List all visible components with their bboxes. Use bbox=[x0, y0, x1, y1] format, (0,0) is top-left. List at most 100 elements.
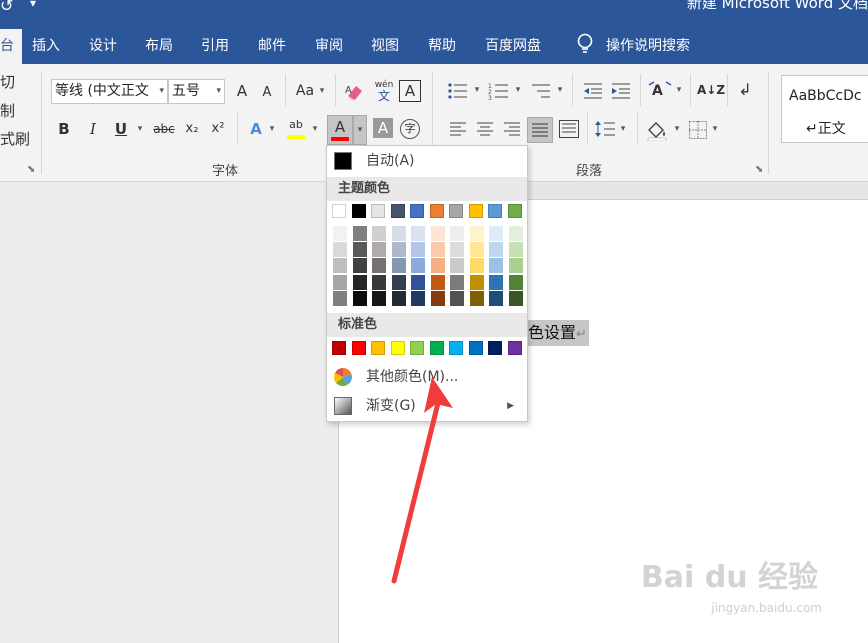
tab-baidu-netdisk[interactable]: 百度网盘 bbox=[485, 35, 541, 55]
superscript-button[interactable]: x² bbox=[208, 118, 228, 142]
cut-button[interactable]: 切 bbox=[0, 71, 15, 95]
distributed-icon[interactable] bbox=[559, 120, 579, 138]
text-effects-button[interactable]: A bbox=[246, 118, 266, 142]
theme-shade-swatch[interactable] bbox=[430, 274, 445, 290]
sort-button[interactable]: A↓Z bbox=[697, 79, 725, 103]
theme-shade-swatch[interactable] bbox=[430, 226, 445, 241]
theme-shade-swatch[interactable] bbox=[489, 226, 503, 241]
font-color-dropdown-icon[interactable]: ▾ bbox=[353, 115, 367, 145]
chevron-down-icon[interactable]: ▾ bbox=[159, 80, 164, 103]
line-spacing-icon[interactable] bbox=[595, 119, 615, 139]
standard-color-swatch[interactable] bbox=[410, 341, 424, 355]
theme-shade-swatch[interactable] bbox=[411, 290, 425, 306]
theme-shade-swatch[interactable] bbox=[352, 242, 367, 258]
tell-me-search[interactable]: 操作说明搜索 bbox=[606, 35, 690, 55]
align-left-icon[interactable] bbox=[450, 122, 466, 136]
theme-color-swatch[interactable] bbox=[371, 204, 385, 218]
theme-color-swatch[interactable] bbox=[468, 204, 483, 218]
theme-shade-swatch[interactable] bbox=[333, 242, 347, 258]
theme-shade-swatch[interactable] bbox=[411, 226, 425, 241]
theme-shade-swatch[interactable] bbox=[430, 290, 445, 306]
chevron-down-icon[interactable]: ▾ bbox=[618, 118, 628, 142]
phonetic-guide-button[interactable]: wén 文 bbox=[373, 80, 395, 103]
strikethrough-button[interactable]: abc bbox=[150, 118, 178, 142]
theme-color-swatch[interactable] bbox=[449, 204, 463, 218]
enclose-characters-button[interactable]: 字 bbox=[400, 119, 420, 139]
chevron-down-icon[interactable]: ▾ bbox=[472, 79, 482, 103]
theme-shade-swatch[interactable] bbox=[489, 242, 503, 258]
theme-color-swatch[interactable] bbox=[410, 204, 424, 218]
bullets-icon[interactable] bbox=[447, 81, 469, 101]
theme-shade-swatch[interactable] bbox=[391, 242, 406, 258]
chevron-down-icon[interactable]: ▾ bbox=[710, 118, 720, 142]
chevron-down-icon[interactable]: ▾ bbox=[135, 118, 145, 142]
theme-color-swatch[interactable] bbox=[488, 204, 502, 218]
theme-color-swatch[interactable] bbox=[332, 204, 346, 218]
tab-insert[interactable]: 插入 bbox=[32, 35, 60, 55]
theme-shade-swatch[interactable] bbox=[391, 274, 406, 290]
underline-button[interactable]: U bbox=[112, 118, 130, 142]
theme-shade-swatch[interactable] bbox=[391, 258, 406, 274]
theme-shade-swatch[interactable] bbox=[411, 274, 425, 290]
paragraph-launcher-icon[interactable]: ⬊ bbox=[755, 164, 763, 175]
copy-button[interactable]: 制 bbox=[0, 100, 15, 124]
increase-indent-icon[interactable] bbox=[610, 81, 632, 101]
theme-shade-swatch[interactable] bbox=[450, 290, 464, 306]
theme-shade-swatch[interactable] bbox=[411, 258, 425, 274]
grow-font-button[interactable]: A bbox=[233, 80, 251, 104]
standard-color-swatch[interactable] bbox=[429, 341, 444, 355]
theme-color-swatch[interactable] bbox=[390, 204, 405, 218]
theme-shade-swatch[interactable] bbox=[469, 258, 484, 274]
theme-shade-swatch[interactable] bbox=[450, 258, 464, 274]
shading-bucket-icon[interactable] bbox=[646, 119, 668, 141]
chevron-down-icon[interactable]: ▾ bbox=[310, 118, 320, 142]
theme-shade-swatch[interactable] bbox=[469, 290, 484, 306]
theme-shade-swatch[interactable] bbox=[450, 242, 464, 258]
multilevel-list-icon[interactable] bbox=[530, 81, 552, 101]
theme-shade-swatch[interactable] bbox=[352, 258, 367, 274]
theme-shade-swatch[interactable] bbox=[333, 258, 347, 274]
tab-layout[interactable]: 布局 bbox=[145, 35, 173, 55]
theme-shade-swatch[interactable] bbox=[508, 290, 523, 306]
tab-mailings[interactable]: 邮件 bbox=[258, 35, 286, 55]
theme-shade-swatch[interactable] bbox=[469, 274, 484, 290]
tab-help[interactable]: 帮助 bbox=[428, 35, 456, 55]
undo-icon[interactable]: ↺ bbox=[0, 0, 13, 15]
chevron-down-icon[interactable]: ▾ bbox=[672, 118, 682, 142]
tab-view[interactable]: 视图 bbox=[371, 35, 399, 55]
theme-shade-swatch[interactable] bbox=[372, 290, 386, 306]
theme-shade-swatch[interactable] bbox=[450, 226, 464, 241]
standard-color-swatch[interactable] bbox=[390, 341, 405, 355]
font-color-button[interactable]: A bbox=[327, 115, 353, 145]
theme-shade-swatch[interactable] bbox=[450, 274, 464, 290]
format-painter-button[interactable]: 式刷 bbox=[0, 128, 30, 152]
theme-shade-swatch[interactable] bbox=[508, 226, 523, 241]
tab-home[interactable]: 台 bbox=[0, 29, 22, 64]
font-name-combo[interactable]: 等线 (中文正文 ▾ bbox=[51, 79, 168, 104]
theme-shade-swatch[interactable] bbox=[372, 258, 386, 274]
italic-button[interactable]: I bbox=[84, 118, 102, 142]
change-case-button[interactable]: Aa bbox=[294, 80, 316, 104]
align-right-icon[interactable] bbox=[504, 122, 520, 136]
theme-shade-swatch[interactable] bbox=[489, 258, 503, 274]
decrease-indent-icon[interactable] bbox=[582, 81, 604, 101]
shrink-font-button[interactable]: A bbox=[258, 82, 276, 106]
theme-shade-swatch[interactable] bbox=[333, 290, 347, 306]
subscript-button[interactable]: x₂ bbox=[182, 118, 202, 142]
theme-shade-swatch[interactable] bbox=[391, 226, 406, 241]
style-normal-tile[interactable]: AaBbCcDc ↵正文 bbox=[781, 75, 868, 143]
theme-color-swatch[interactable] bbox=[429, 204, 444, 218]
standard-color-swatch[interactable] bbox=[507, 341, 522, 355]
theme-color-swatch[interactable] bbox=[507, 204, 522, 218]
eraser-icon[interactable]: A bbox=[344, 81, 366, 103]
show-marks-icon[interactable]: ↲ bbox=[734, 79, 756, 103]
theme-shade-swatch[interactable] bbox=[372, 226, 386, 241]
chevron-down-icon[interactable]: ▾ bbox=[674, 79, 684, 103]
theme-shade-swatch[interactable] bbox=[489, 290, 503, 306]
character-shading-button[interactable]: A bbox=[373, 118, 393, 138]
theme-shade-swatch[interactable] bbox=[333, 274, 347, 290]
font-size-combo[interactable]: 五号 ▾ bbox=[168, 79, 225, 104]
align-center-icon[interactable] bbox=[477, 122, 493, 136]
theme-shade-swatch[interactable] bbox=[508, 242, 523, 258]
theme-shade-swatch[interactable] bbox=[372, 242, 386, 258]
